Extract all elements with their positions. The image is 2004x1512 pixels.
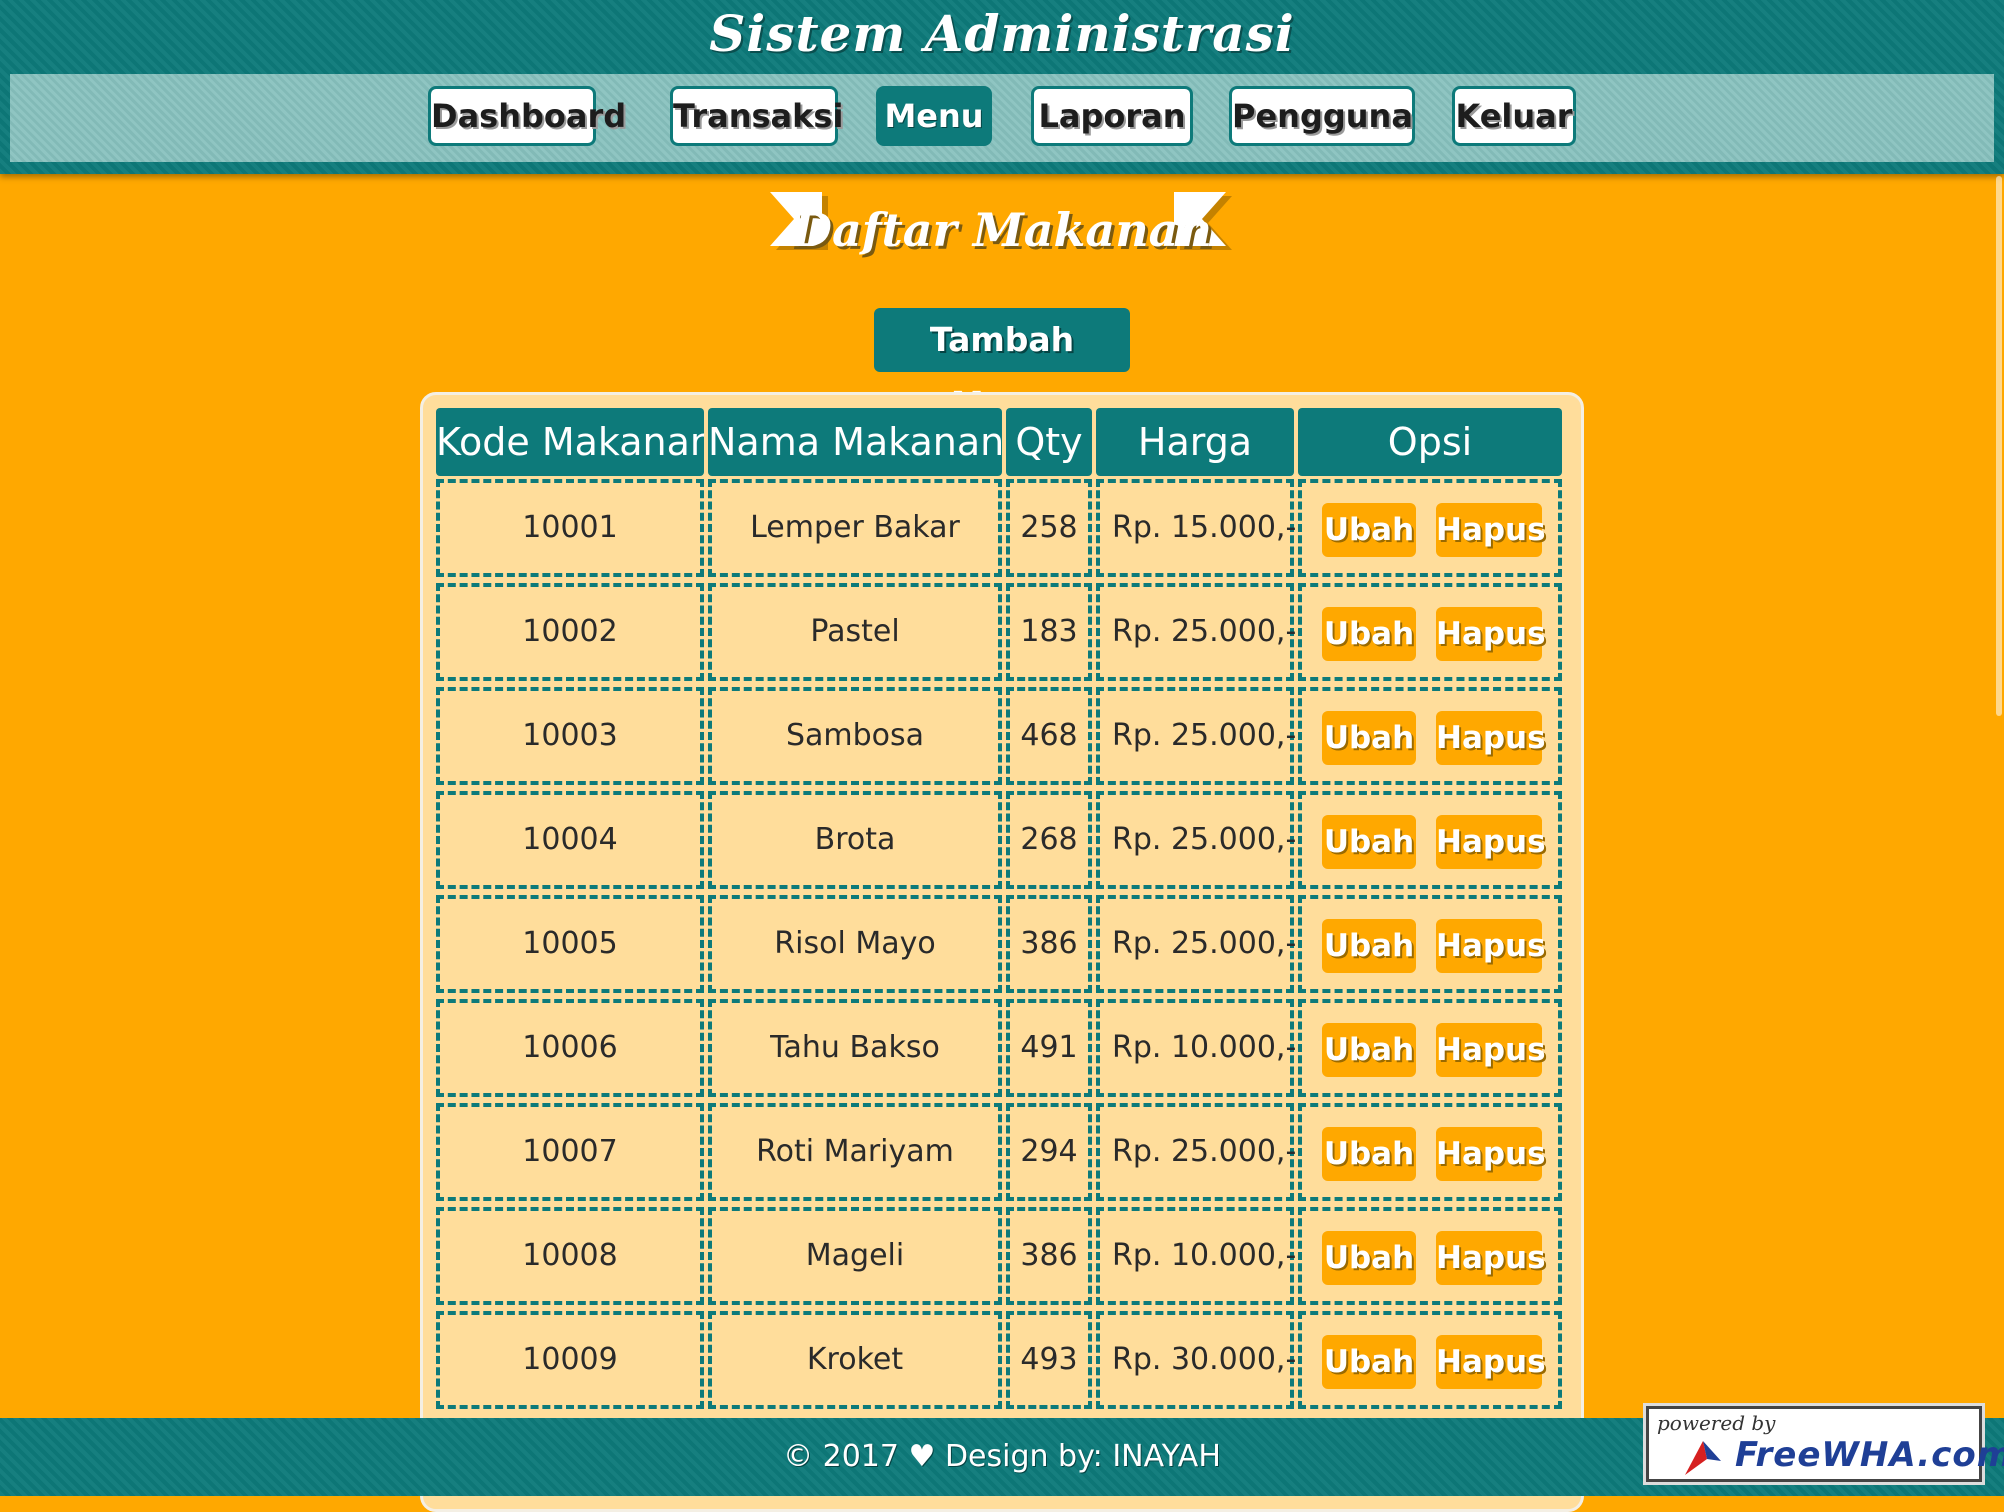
cell-opsi: Ubah Hapus xyxy=(1298,1311,1562,1409)
freewha-badge[interactable]: powered by FreeWHA.com xyxy=(1646,1406,2004,1482)
column-header-qty: Qty xyxy=(1006,408,1092,476)
cell-opsi: Ubah Hapus xyxy=(1298,479,1562,577)
cell-nama: Pastel xyxy=(708,583,1002,681)
cell-harga: Rp. 10.000,- xyxy=(1096,1207,1296,1305)
cell-kode: 10009 xyxy=(436,1311,704,1409)
badge-powered-text: powered by xyxy=(1657,1411,1776,1435)
column-header-kode: Kode Makanan xyxy=(436,408,704,476)
cell-qty: 386 xyxy=(1006,895,1092,993)
delete-button[interactable]: Hapus xyxy=(1436,503,1546,557)
delete-button[interactable]: Hapus xyxy=(1436,1127,1546,1181)
cell-harga: Rp. 25.000,- xyxy=(1096,791,1296,889)
nav-menu-button[interactable]: Menu xyxy=(876,86,992,146)
delete-button[interactable]: Hapus xyxy=(1436,919,1546,973)
cell-nama: Kroket xyxy=(708,1311,1002,1409)
page-scrollbar[interactable] xyxy=(1996,176,2002,716)
edit-button[interactable]: Ubah xyxy=(1322,1127,1416,1181)
cell-nama: Sambosa xyxy=(708,687,1002,785)
cell-qty: 386 xyxy=(1006,1207,1092,1305)
edit-button[interactable]: Ubah xyxy=(1322,1231,1416,1285)
cell-harga: Rp. 10.000,- xyxy=(1096,999,1296,1097)
delete-button[interactable]: Hapus xyxy=(1436,815,1546,869)
column-header-harga: Harga xyxy=(1096,408,1294,476)
cell-qty: 468 xyxy=(1006,687,1092,785)
cell-harga: Rp. 30.000,- xyxy=(1096,1311,1296,1409)
edit-button[interactable]: Ubah xyxy=(1322,503,1416,557)
nav-keluar-button[interactable]: Keluar xyxy=(1452,86,1576,146)
navbar: Dashboard Transaksi Menu Laporan Penggun… xyxy=(10,74,1994,162)
page-title: Daftar Makanan xyxy=(792,203,1212,257)
delete-button[interactable]: Hapus xyxy=(1436,607,1546,661)
cell-opsi: Ubah Hapus xyxy=(1298,1103,1562,1201)
cell-harga: Rp. 25.000,- xyxy=(1096,895,1296,993)
cell-nama: Risol Mayo xyxy=(708,895,1002,993)
column-header-opsi: Opsi xyxy=(1298,408,1562,476)
cell-harga: Rp. 25.000,- xyxy=(1096,583,1296,681)
cell-qty: 258 xyxy=(1006,479,1092,577)
cell-kode: 10003 xyxy=(436,687,704,785)
page-title-ribbon: Daftar Makanan xyxy=(770,190,1234,270)
delete-button[interactable]: Hapus xyxy=(1436,1023,1546,1077)
cell-opsi: Ubah Hapus xyxy=(1298,583,1562,681)
edit-button[interactable]: Ubah xyxy=(1322,1023,1416,1077)
cell-kode: 10006 xyxy=(436,999,704,1097)
cell-nama: Brota xyxy=(708,791,1002,889)
cell-kode: 10005 xyxy=(436,895,704,993)
edit-button[interactable]: Ubah xyxy=(1322,1335,1416,1389)
cell-kode: 10008 xyxy=(436,1207,704,1305)
cell-qty: 294 xyxy=(1006,1103,1092,1201)
cell-kode: 10001 xyxy=(436,479,704,577)
edit-button[interactable]: Ubah xyxy=(1322,607,1416,661)
cell-qty: 268 xyxy=(1006,791,1092,889)
edit-button[interactable]: Ubah xyxy=(1322,815,1416,869)
cell-harga: Rp. 25.000,- xyxy=(1096,687,1296,785)
cell-nama: Roti Mariyam xyxy=(708,1103,1002,1201)
cell-nama: Lemper Bakar xyxy=(708,479,1002,577)
cell-harga: Rp. 15.000,- xyxy=(1096,479,1296,577)
cell-kode: 10004 xyxy=(436,791,704,889)
cell-opsi: Ubah Hapus xyxy=(1298,895,1562,993)
delete-button[interactable]: Hapus xyxy=(1436,1231,1546,1285)
cell-opsi: Ubah Hapus xyxy=(1298,999,1562,1097)
cell-kode: 10002 xyxy=(436,583,704,681)
add-menu-button[interactable]: Tambah Menu xyxy=(874,308,1130,423)
cell-harga: Rp. 25.000,- xyxy=(1096,1103,1296,1201)
nav-dashboard-button[interactable]: Dashboard xyxy=(428,86,626,146)
cell-qty: 183 xyxy=(1006,583,1092,681)
edit-button[interactable]: Ubah xyxy=(1322,711,1416,765)
cell-nama: Mageli xyxy=(708,1207,1002,1305)
nav-laporan-button[interactable]: Laporan xyxy=(1031,86,1193,146)
column-header-nama: Nama Makanan xyxy=(708,408,1002,476)
nav-transaksi-button[interactable]: Transaksi xyxy=(670,86,843,146)
nav-pengguna-button[interactable]: Pengguna xyxy=(1229,86,1415,146)
cell-kode: 10007 xyxy=(436,1103,704,1201)
cell-qty: 491 xyxy=(1006,999,1092,1097)
delete-button[interactable]: Hapus xyxy=(1436,1335,1546,1389)
delete-button[interactable]: Hapus xyxy=(1436,711,1546,765)
cell-opsi: Ubah Hapus xyxy=(1298,1207,1562,1305)
cell-nama: Tahu Bakso xyxy=(708,999,1002,1097)
cell-opsi: Ubah Hapus xyxy=(1298,687,1562,785)
menu-table: Kode Makanan Nama Makanan Qty Harga Opsi… xyxy=(420,392,1584,1512)
cell-opsi: Ubah Hapus xyxy=(1298,791,1562,889)
freewha-logo-icon xyxy=(1685,1441,1721,1475)
cell-qty: 493 xyxy=(1006,1311,1092,1409)
header: Sistem Administrasi Dashboard Transaksi … xyxy=(0,0,2004,174)
edit-button[interactable]: Ubah xyxy=(1322,919,1416,973)
badge-brand-text: FreeWHA.com xyxy=(1735,1435,2004,1475)
site-title: Sistem Administrasi xyxy=(709,4,1295,63)
